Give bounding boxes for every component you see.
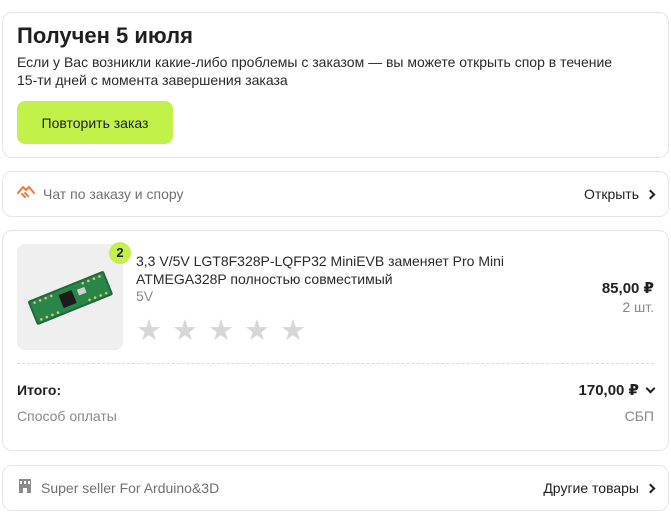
open-chat-label: Открыть bbox=[584, 186, 639, 202]
product-name[interactable]: 3,3 V/5V LGT8F328P-LQFP32 MiniEVB заменя… bbox=[136, 252, 556, 288]
star-icon[interactable]: ★ bbox=[172, 316, 198, 346]
product-count: 2 шт. bbox=[622, 299, 654, 315]
order-product-card: 2 3,3 V/5V LGT8F328P-LQFP32 MiniEVB заме… bbox=[2, 230, 669, 451]
product-price: 85,00 ₽ bbox=[601, 280, 654, 297]
star-icon[interactable]: ★ bbox=[280, 316, 306, 346]
order-chat-row[interactable]: Чат по заказу и спору Открыть bbox=[2, 171, 669, 217]
product-variant: 5V bbox=[136, 288, 154, 304]
chevron-down-icon bbox=[645, 383, 656, 393]
handshake-icon bbox=[17, 184, 35, 205]
total-label: Итого: bbox=[17, 382, 62, 398]
open-chat-link[interactable]: Открыть bbox=[584, 186, 656, 202]
divider bbox=[17, 363, 654, 364]
chevron-right-icon bbox=[645, 483, 656, 493]
chat-label: Чат по заказу и спору bbox=[43, 186, 184, 202]
order-status-title: Получен 5 июля bbox=[17, 23, 193, 48]
seller-name: Super seller For Arduino&3D bbox=[41, 480, 220, 496]
rating-stars[interactable]: ★ ★ ★ ★ ★ bbox=[136, 316, 306, 346]
other-products-link[interactable]: Другие товары bbox=[543, 480, 656, 496]
other-products-label: Другие товары bbox=[543, 480, 639, 496]
total-toggle[interactable]: 170,00 ₽ bbox=[578, 381, 656, 399]
chevron-right-icon bbox=[645, 189, 656, 199]
seller-row[interactable]: Super seller For Arduino&3D Другие товар… bbox=[2, 465, 669, 511]
payment-method-label: Способ оплаты bbox=[17, 408, 117, 424]
quantity-badge: 2 bbox=[109, 242, 131, 264]
product-image[interactable] bbox=[17, 244, 123, 350]
star-icon[interactable]: ★ bbox=[244, 316, 270, 346]
order-status-card: Получен 5 июля Если у Вас возникли какие… bbox=[2, 12, 669, 158]
total-value: 170,00 ₽ bbox=[578, 382, 639, 399]
dispute-info-text: Если у Вас возникли какие-либо проблемы … bbox=[17, 54, 613, 88]
payment-method-value: СБП bbox=[624, 408, 654, 424]
repeat-order-button[interactable]: Повторить заказ bbox=[17, 101, 173, 144]
star-icon[interactable]: ★ bbox=[208, 316, 234, 346]
store-icon bbox=[17, 478, 33, 499]
star-icon[interactable]: ★ bbox=[136, 316, 162, 346]
